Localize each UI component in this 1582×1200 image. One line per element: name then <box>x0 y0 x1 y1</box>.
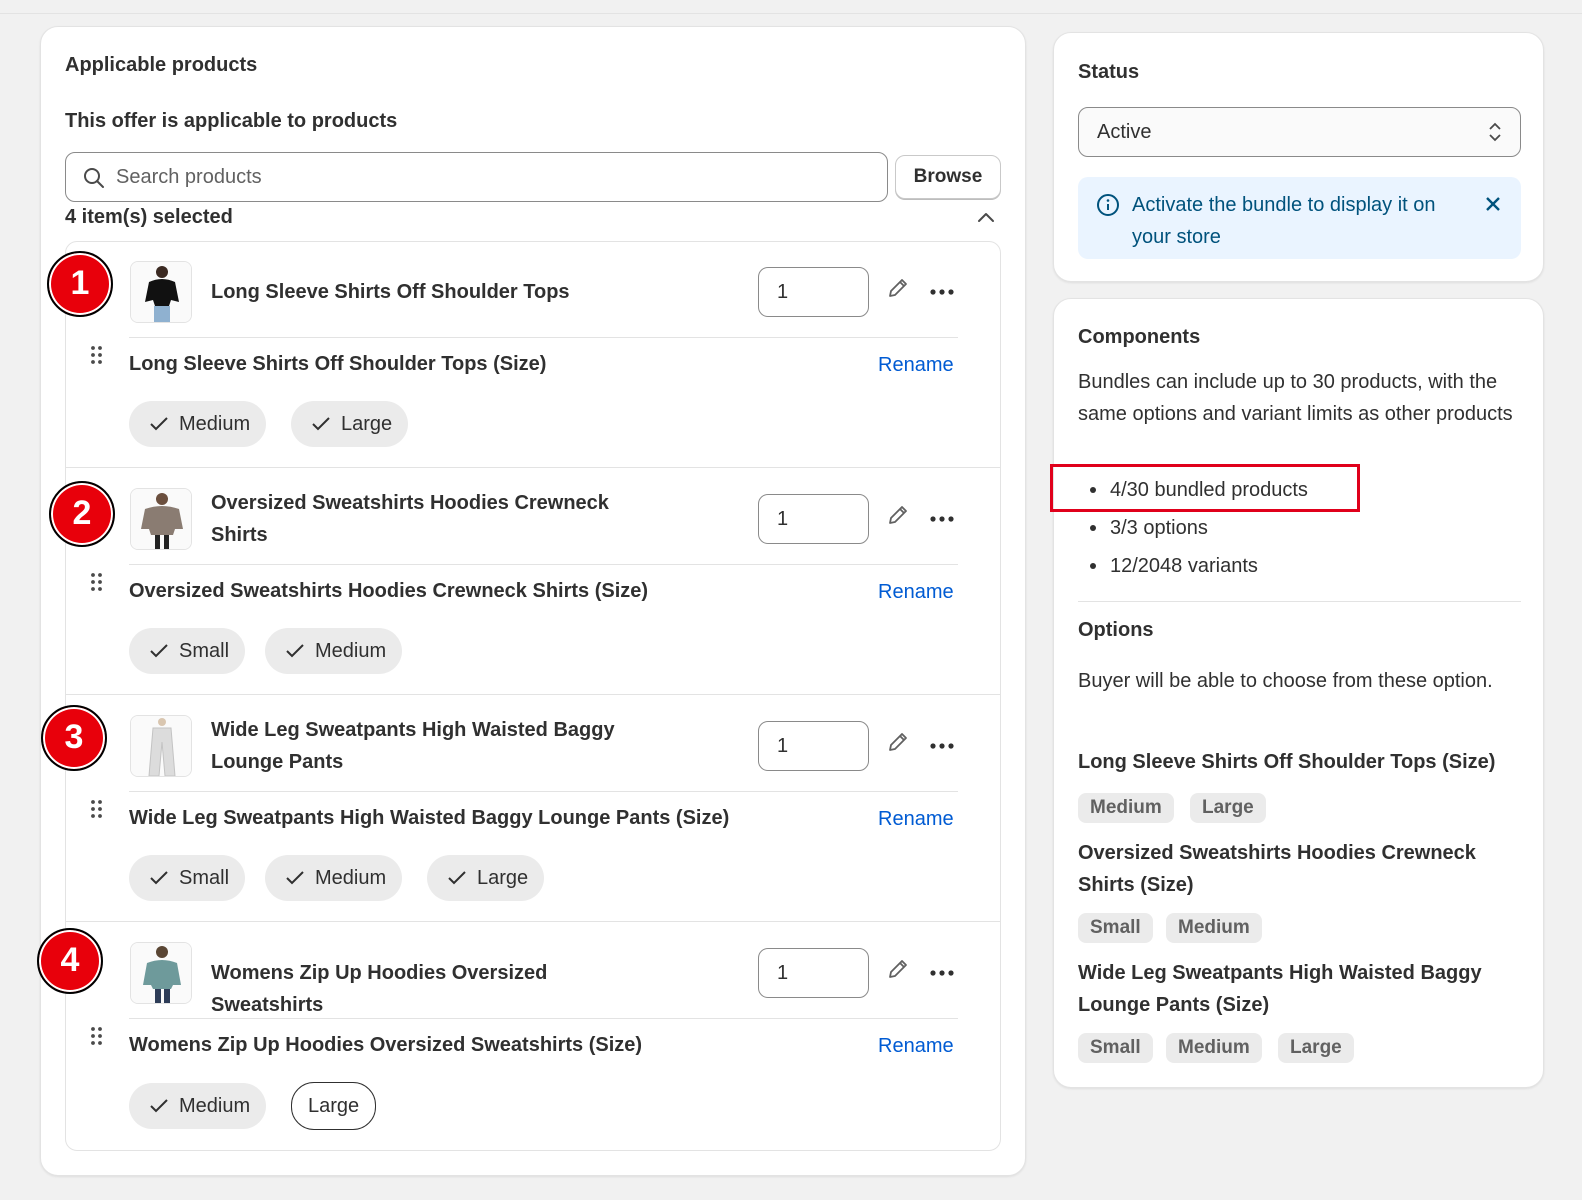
option-value-chip-unselected[interactable]: Large <box>291 1082 377 1130</box>
drag-handle-icon[interactable] <box>89 799 105 819</box>
quantity-input[interactable] <box>758 494 869 544</box>
components-card: Components Bundles can include up to 30 … <box>1050 298 1544 1088</box>
chevron-up-icon[interactable] <box>977 210 995 224</box>
banner-message: Activate the bundle to display it on you… <box>1132 194 1436 248</box>
quantity-input[interactable] <box>758 721 869 771</box>
option-value-chip[interactable]: Large <box>427 855 545 901</box>
divider <box>129 337 958 338</box>
option-group-name: Oversized Sweatshirts Hoodies Crewneck S… <box>1078 842 1476 896</box>
status-select[interactable]: Active <box>1078 107 1521 157</box>
product-name: Womens Zip Up Hoodies Oversized Sweatshi… <box>211 962 548 1016</box>
product-thumbnail <box>130 261 192 323</box>
option-tag: Large <box>1278 1033 1354 1063</box>
annotation-badge-1: 1 <box>47 251 113 317</box>
option-value-chip[interactable]: Medium <box>129 401 267 447</box>
option-name: Womens Zip Up Hoodies Oversized Sweatshi… <box>129 1034 643 1056</box>
options-description: Buyer will be able to choose from these … <box>1078 670 1493 692</box>
components-title: Components <box>1078 326 1201 348</box>
drag-handle-icon[interactable] <box>89 572 105 592</box>
option-value-chip[interactable]: Medium <box>265 855 403 901</box>
option-name: Long Sleeve Shirts Off Shoulder Tops (Si… <box>129 353 547 375</box>
checkmark-icon <box>150 644 168 658</box>
checkmark-icon <box>312 417 330 431</box>
limit-item: 12/2048 variants <box>1078 554 1308 592</box>
edit-pencil-icon[interactable] <box>886 276 910 300</box>
card-subtitle: This offer is applicable to products <box>65 110 398 132</box>
search-input[interactable] <box>116 153 876 201</box>
option-group-name: Wide Leg Sweatpants High Waisted Baggy L… <box>1078 962 1482 1016</box>
product-name: Wide Leg Sweatpants High Waisted Baggy L… <box>211 719 615 773</box>
edit-pencil-icon[interactable] <box>886 730 910 754</box>
divider <box>129 791 958 792</box>
checkmark-icon <box>150 1099 168 1113</box>
option-tag: Large <box>1190 793 1266 823</box>
edit-pencil-icon[interactable] <box>886 957 910 981</box>
option-name: Wide Leg Sweatpants High Waisted Baggy L… <box>129 807 730 829</box>
selected-count: 4 item(s) selected <box>65 206 233 228</box>
rename-link[interactable]: Rename <box>878 354 954 377</box>
option-tag: Small <box>1078 1033 1153 1063</box>
annotation-badge-3: 3 <box>41 705 107 771</box>
drag-handle-icon[interactable] <box>89 1026 105 1046</box>
option-tag: Medium <box>1166 913 1262 943</box>
card-title: Applicable products <box>65 54 258 76</box>
checkmark-icon <box>448 871 466 885</box>
search-icon <box>84 168 104 188</box>
search-field[interactable] <box>65 152 888 202</box>
product-name: Long Sleeve Shirts Off Shoulder Tops <box>211 281 570 303</box>
option-group-name: Long Sleeve Shirts Off Shoulder Tops (Si… <box>1078 751 1496 773</box>
checkmark-icon <box>150 871 168 885</box>
checkmark-icon <box>150 417 168 431</box>
option-value-chip[interactable]: Small <box>129 628 246 674</box>
option-tag: Medium <box>1078 793 1174 823</box>
status-title: Status <box>1078 61 1140 83</box>
divider <box>1078 601 1521 602</box>
row-divider <box>66 467 1000 468</box>
drag-handle-icon[interactable] <box>89 345 105 365</box>
info-icon <box>1097 194 1119 216</box>
top-divider <box>0 13 1582 14</box>
select-arrows-icon <box>1489 122 1501 142</box>
option-tag: Medium <box>1166 1033 1262 1063</box>
option-name: Oversized Sweatshirts Hoodies Crewneck S… <box>129 580 649 602</box>
rename-link[interactable]: Rename <box>878 808 954 831</box>
limits-list: 4/30 bundled products 3/3 options 12/204… <box>1078 478 1308 592</box>
info-banner: Activate the bundle to display it on you… <box>1078 177 1521 259</box>
checkmark-icon <box>286 871 304 885</box>
row-divider <box>66 921 1000 922</box>
product-thumbnail <box>130 942 192 1004</box>
components-description: Bundles can include up to 30 products, w… <box>1078 371 1513 425</box>
annotation-badge-4: 4 <box>37 928 103 994</box>
option-tag: Small <box>1078 913 1153 943</box>
annotation-badge-2: 2 <box>49 481 115 547</box>
divider <box>129 564 958 565</box>
more-actions-icon[interactable] <box>929 287 955 297</box>
more-actions-icon[interactable] <box>929 741 955 751</box>
option-value-chip[interactable]: Medium <box>265 628 403 674</box>
row-divider <box>66 694 1000 695</box>
product-name: Oversized Sweatshirts Hoodies Crewneck S… <box>211 492 609 546</box>
edit-pencil-icon[interactable] <box>886 503 910 527</box>
limit-item: 4/30 bundled products <box>1078 478 1308 516</box>
status-card: Status Active Activate the bundle to dis… <box>1053 32 1544 282</box>
checkmark-icon <box>286 644 304 658</box>
divider <box>129 1018 958 1019</box>
status-select-value: Active <box>1097 121 1152 143</box>
more-actions-icon[interactable] <box>929 968 955 978</box>
rename-link[interactable]: Rename <box>878 1035 954 1058</box>
product-thumbnail <box>130 715 192 777</box>
rename-link[interactable]: Rename <box>878 581 954 604</box>
limit-item: 3/3 options <box>1078 516 1308 554</box>
option-value-chip[interactable]: Large <box>291 401 409 447</box>
browse-button[interactable]: Browse <box>895 155 1001 199</box>
quantity-input[interactable] <box>758 948 869 998</box>
quantity-input[interactable] <box>758 267 869 317</box>
product-thumbnail <box>130 488 192 550</box>
options-title: Options <box>1078 619 1154 641</box>
applicable-products-card: Applicable products This offer is applic… <box>37 26 1026 1176</box>
more-actions-icon[interactable] <box>929 514 955 524</box>
option-value-chip[interactable]: Medium <box>129 1083 267 1129</box>
option-value-chip[interactable]: Small <box>129 855 246 901</box>
close-icon[interactable] <box>1483 194 1503 214</box>
